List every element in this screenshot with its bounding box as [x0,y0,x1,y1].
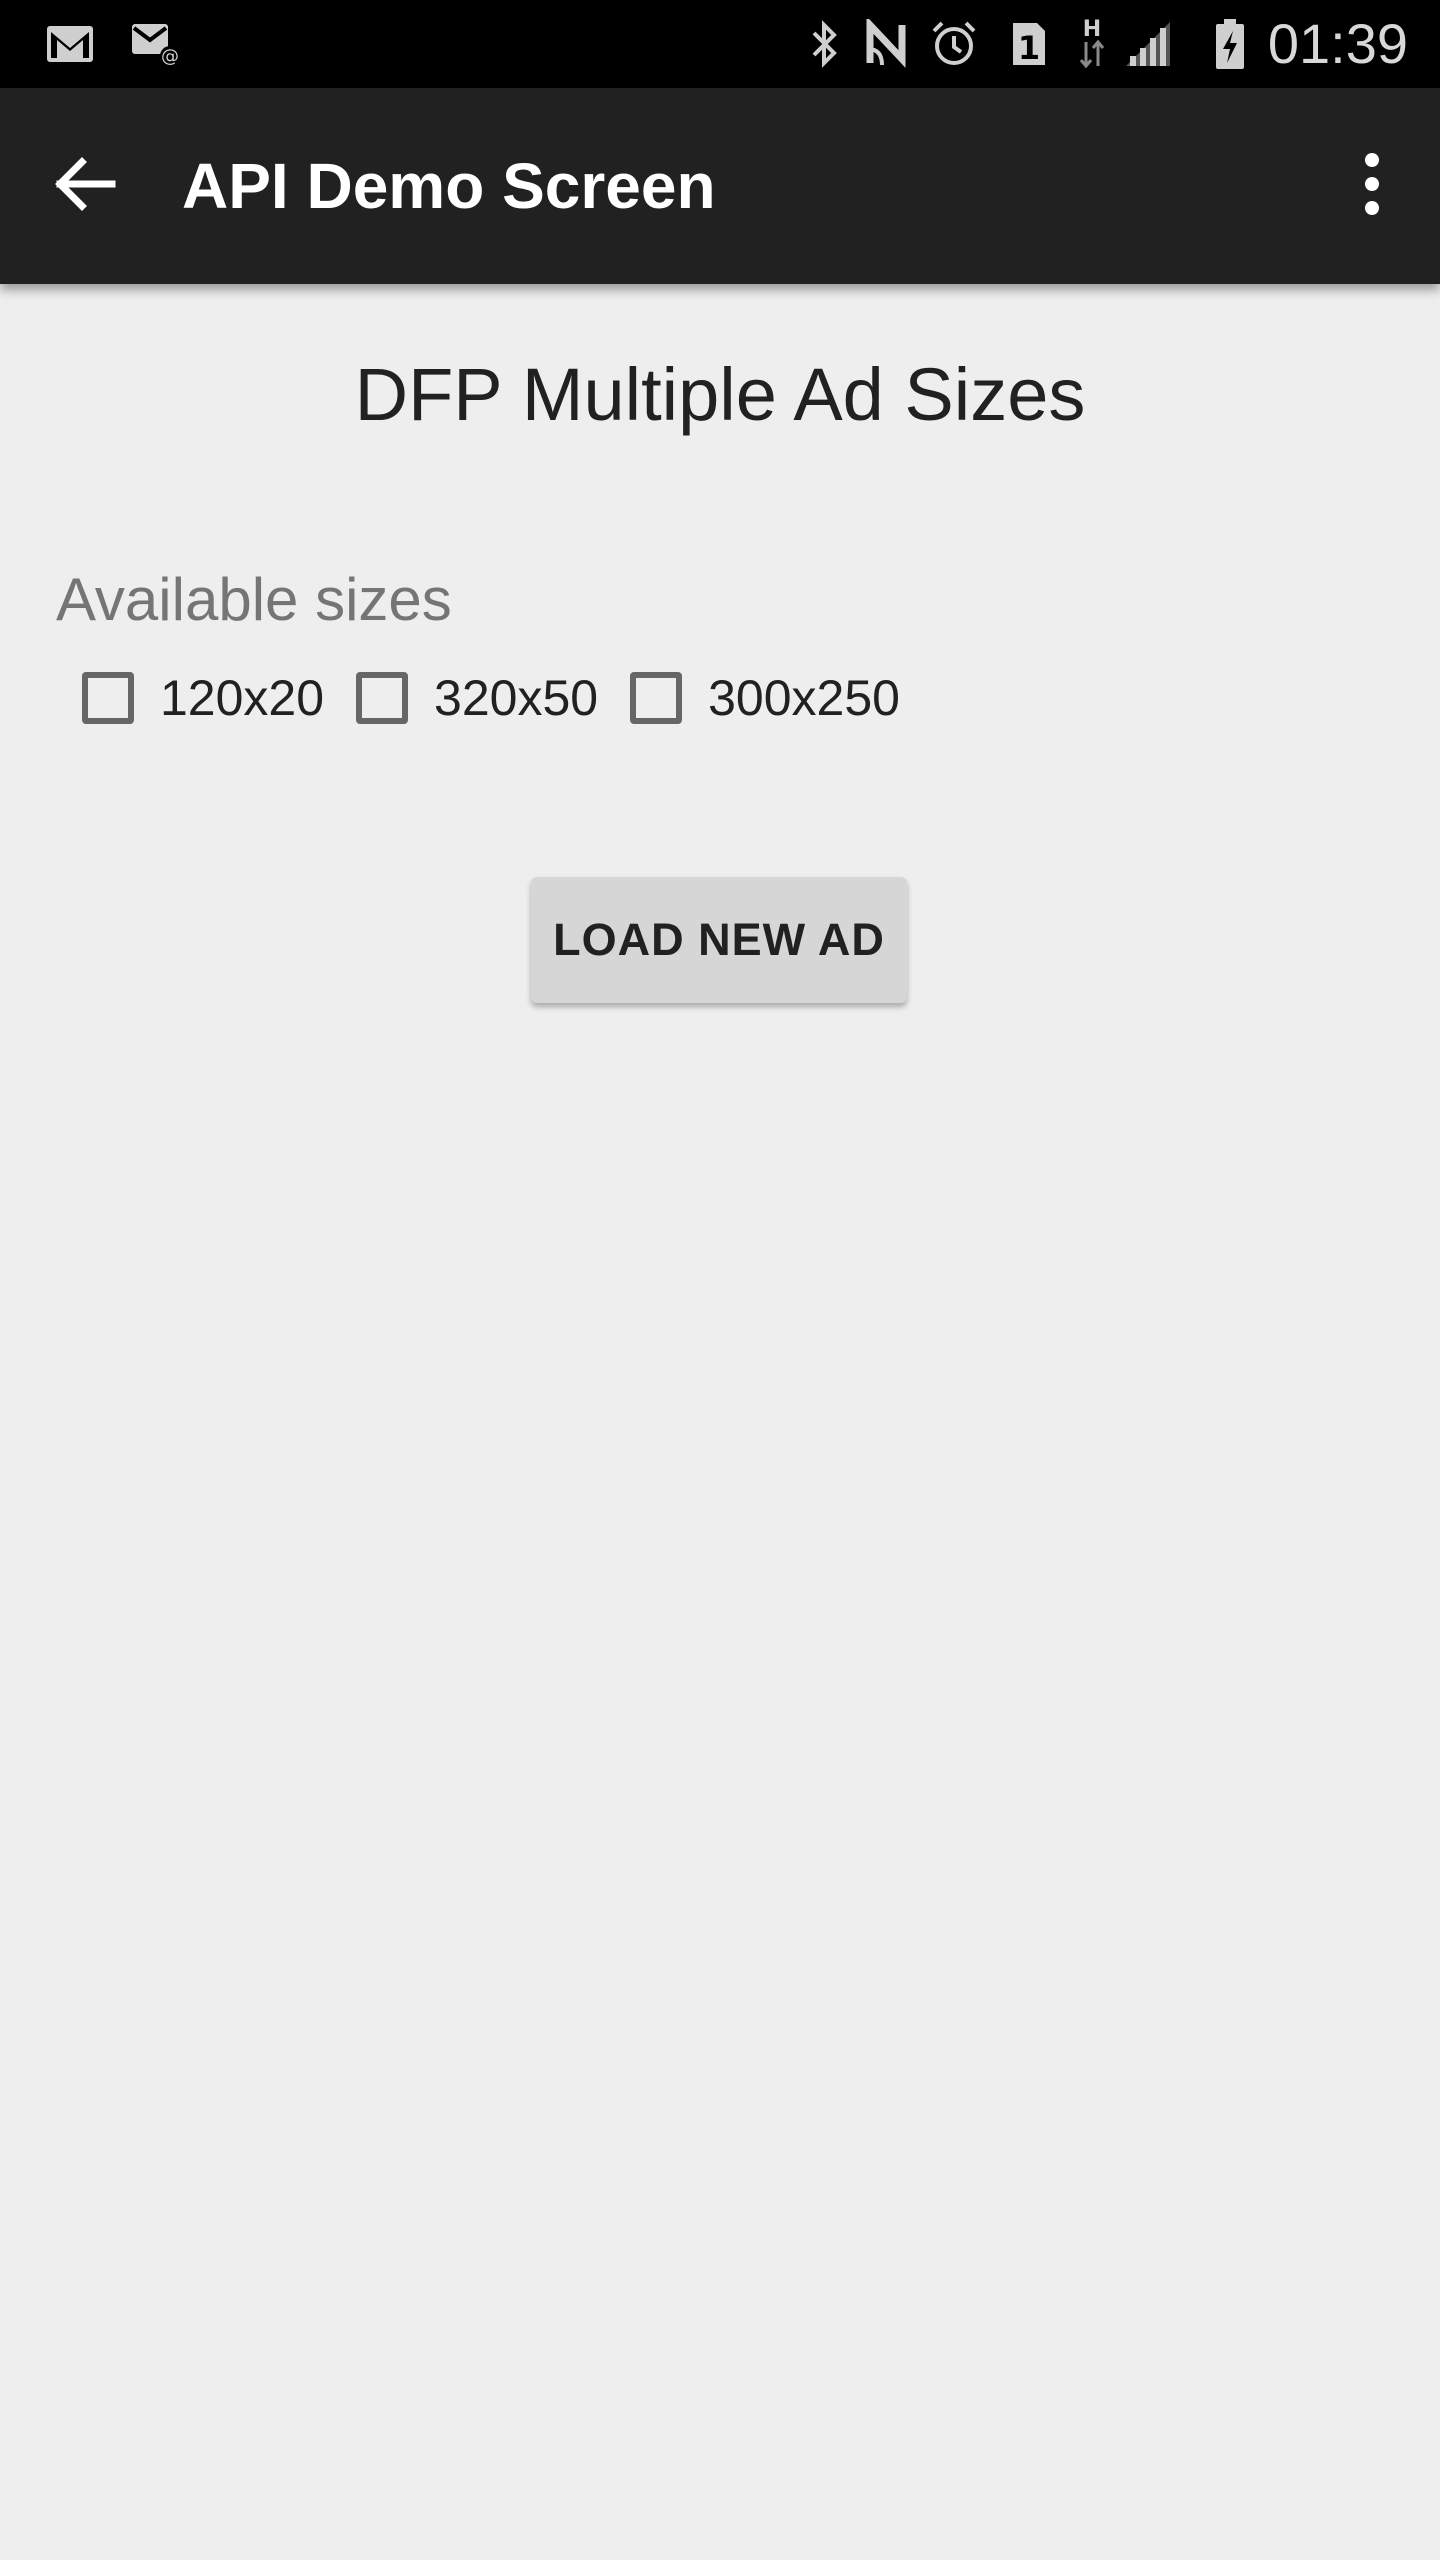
email-icon: @ [126,0,186,88]
battery-charging-icon [1208,0,1252,88]
back-button[interactable] [36,132,132,240]
checkbox-box[interactable] [356,672,409,724]
sim-1-icon: 1 [1004,0,1054,88]
bluetooth-icon [802,0,848,88]
checkbox-box[interactable] [630,672,683,724]
page-heading: DFP Multiple Ad Sizes [354,353,1086,436]
checkbox-320x50[interactable]: 320x50 [346,669,598,727]
checkbox-label: 120x20 [160,670,325,726]
status-bar: @ 1 H 01:39 [0,0,1440,88]
alarm-icon [928,0,980,88]
checkbox-box[interactable] [82,672,134,724]
svg-text:H: H [1083,17,1101,42]
more-vert-icon [1362,152,1382,221]
checkbox-label: 320x50 [434,670,599,726]
h-data-icon: H [1072,0,1112,88]
overflow-menu-button[interactable] [1324,132,1420,240]
signal-icon [1122,0,1176,88]
load-new-ad-button[interactable]: LOAD NEW AD [531,877,907,1003]
checkbox-300x250[interactable]: 300x250 [620,669,900,727]
svg-text:1: 1 [1018,29,1040,67]
screen: @ 1 H 01:39 API Demo Screen DFP Multiple… [0,0,1440,2560]
nfc-icon [862,0,914,88]
checkbox-label: 300x250 [708,670,900,726]
status-time: 01:39 [1267,12,1408,75]
svg-text:@: @ [161,46,179,67]
available-sizes-label: Available sizes [56,566,452,633]
checkbox-120x20[interactable]: 120x20 [72,669,324,727]
app-bar: API Demo Screen [0,88,1440,284]
gmail-icon [40,0,100,88]
app-title: API Demo Screen [182,150,716,222]
arrow-back-icon [52,156,116,217]
ad-size-checkboxes: 120x20 320x50 300x250 [72,650,922,746]
